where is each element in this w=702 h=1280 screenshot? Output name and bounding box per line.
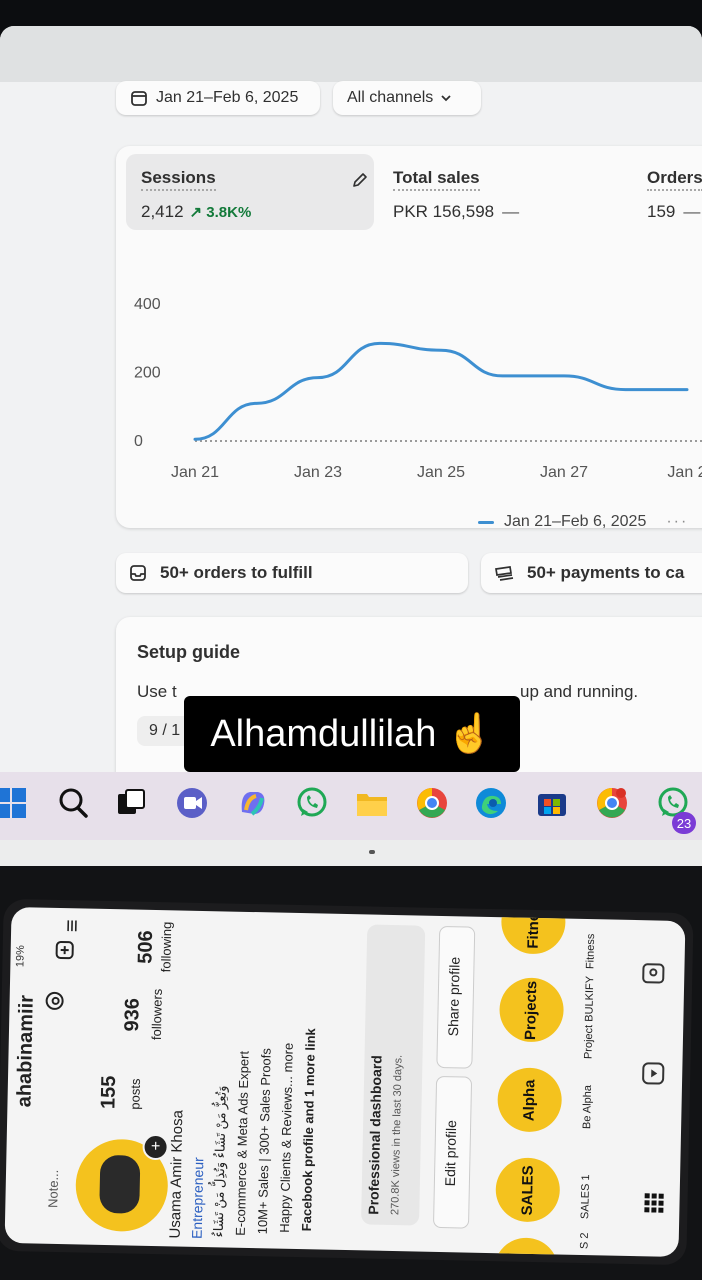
avatar-person	[99, 1154, 141, 1214]
date-range-picker[interactable]: Jan 21–Feb 6, 2025	[116, 81, 320, 115]
instagram-profile-screen: 19% ahabinamiir ≡ Note... + 155 posts 93…	[4, 906, 686, 1258]
windows-start-icon[interactable]	[0, 786, 28, 820]
notification-badge: 23	[672, 812, 696, 834]
x-tick-label: Jan 23	[294, 464, 342, 481]
following-label[interactable]: following	[158, 921, 174, 972]
reels-tab-icon[interactable]	[640, 1060, 667, 1087]
x-tick-label: Jan 21	[171, 464, 219, 481]
bio-line-1: E-commerce & Meta Ads Expert	[232, 1050, 252, 1236]
pointing-up-emoji: ☝️	[446, 713, 494, 755]
chrome-icon[interactable]	[415, 786, 449, 820]
edge-icon[interactable]	[474, 786, 508, 820]
x-tick-label: Jan 25	[417, 464, 465, 481]
y-tick-label: 200	[134, 365, 161, 382]
bio-line-3[interactable]: Happy Clients & Reviews... more	[277, 1043, 296, 1233]
professional-dashboard-title: Professional dashboard	[365, 1055, 385, 1215]
whatsapp-icon[interactable]	[295, 786, 329, 820]
menu-icon[interactable]: ≡	[59, 919, 85, 932]
highlight-alpha-label: Be Alpha	[581, 1084, 594, 1130]
x-tick-label: Jan 27	[540, 464, 588, 481]
chrome-profile-icon[interactable]	[595, 786, 629, 820]
edit-profile-label: Edit profile	[441, 1119, 460, 1187]
orders-to-fulfill-label: 50+ orders to fulfill	[160, 563, 313, 582]
date-range-label: Jan 21–Feb 6, 2025	[156, 89, 299, 106]
channels-filter-label: All channels	[347, 89, 434, 106]
story-caption: Alhamdullilah ☝️	[184, 696, 520, 772]
copilot-icon[interactable]	[236, 786, 270, 820]
sessions-series-line	[193, 341, 689, 441]
threads-icon[interactable]	[43, 990, 65, 1012]
posts-label: posts	[127, 1078, 144, 1110]
tagged-tab-icon[interactable]	[640, 960, 667, 987]
note-bubble[interactable]: Note...	[45, 1169, 61, 1208]
highlight-sales-label: SALES 1	[579, 1174, 593, 1220]
search-icon[interactable]	[56, 786, 90, 820]
chevron-down-icon	[441, 95, 451, 102]
y-tick-label: 0	[134, 433, 143, 450]
payments-to-capture-card[interactable]: 50+ payments to ca	[481, 553, 702, 593]
posts-count: 155	[97, 1075, 121, 1110]
bio-arabic: وَتُعِزُّ مَنْ تَشَاءُ وَتُذِلُّ مَنْ تَ…	[210, 1085, 229, 1238]
meet-icon[interactable]	[175, 786, 209, 820]
highlight-projects-text: Projects	[522, 980, 541, 1040]
caption-text: Alhamdullilah	[210, 712, 437, 755]
windows-taskbar	[0, 772, 702, 840]
share-profile-label: Share profile	[444, 956, 463, 1037]
highlight-projects-label: Project BULKIFY	[582, 975, 597, 1060]
followers-label[interactable]: followers	[149, 989, 165, 1041]
bio-link[interactable]: Facebook profile and 1 more link	[299, 1028, 318, 1231]
channels-filter[interactable]: All channels	[333, 81, 481, 115]
bio-category: Entrepreneur	[188, 1157, 207, 1240]
highlight-fitness-label: Fitness	[584, 933, 598, 970]
highlight-alpha[interactable]: Alpha	[497, 1067, 563, 1133]
following-count[interactable]: 506	[134, 930, 158, 964]
setup-guide-description-end: up and running.	[520, 682, 639, 701]
status-battery: 19%	[14, 945, 27, 968]
x-tick-label: Jan 2	[667, 464, 702, 481]
chart-legend: Jan 21–Feb 6, 2025 ···	[478, 513, 688, 531]
sessions-line-chart: 400 200 0 Jan 21 Jan 23 Jan 25 Jan 27 Jan 2	[134, 296, 702, 481]
profile-avatar[interactable]: +	[74, 1133, 169, 1233]
calendar-icon	[131, 91, 147, 106]
active-app-indicator	[369, 850, 375, 854]
add-post-icon[interactable]	[54, 940, 74, 960]
legend-label: Jan 21–Feb 6, 2025	[504, 513, 647, 530]
legend-swatch	[478, 520, 494, 524]
setup-guide-description-start: Use t	[137, 682, 177, 701]
bio-line-2: 10M+ Sales | 300+ Sales Proofs	[254, 1047, 274, 1235]
grid-tab-icon[interactable]	[641, 1190, 668, 1217]
highlight-projects[interactable]: Projects	[498, 977, 565, 1043]
screen-top-bar	[0, 26, 702, 82]
more-icon[interactable]: ···	[666, 513, 688, 531]
highlight-alpha-text: Alpha	[520, 1078, 539, 1121]
followers-count[interactable]: 936	[121, 998, 145, 1032]
task-view-icon[interactable]	[114, 786, 148, 820]
orders-to-fulfill-card[interactable]: 50+ orders to fulfill	[116, 553, 468, 593]
microsoft-store-icon[interactable]	[535, 786, 569, 820]
inbox-icon	[130, 565, 146, 581]
file-explorer-icon[interactable]	[355, 786, 389, 820]
payments-to-capture-label: 50+ payments to ca	[527, 563, 685, 582]
setup-guide-title: Setup guide	[137, 642, 240, 662]
highlight-sales[interactable]: SALES	[495, 1157, 561, 1223]
highlight-partial-label: S 2	[578, 1232, 591, 1250]
profile-username[interactable]: ahabinamiir	[13, 995, 38, 1108]
bio-name: Usama Amir Khosa	[166, 1109, 187, 1239]
highlight-sales-text: SALES	[518, 1164, 537, 1216]
y-tick-label: 400	[134, 296, 161, 313]
add-story-icon[interactable]: +	[142, 1133, 169, 1161]
metrics-card: Sessions 2,412 ↗ 3.8K% Total sales PKR 15…	[116, 146, 702, 531]
cash-icon	[495, 566, 514, 581]
